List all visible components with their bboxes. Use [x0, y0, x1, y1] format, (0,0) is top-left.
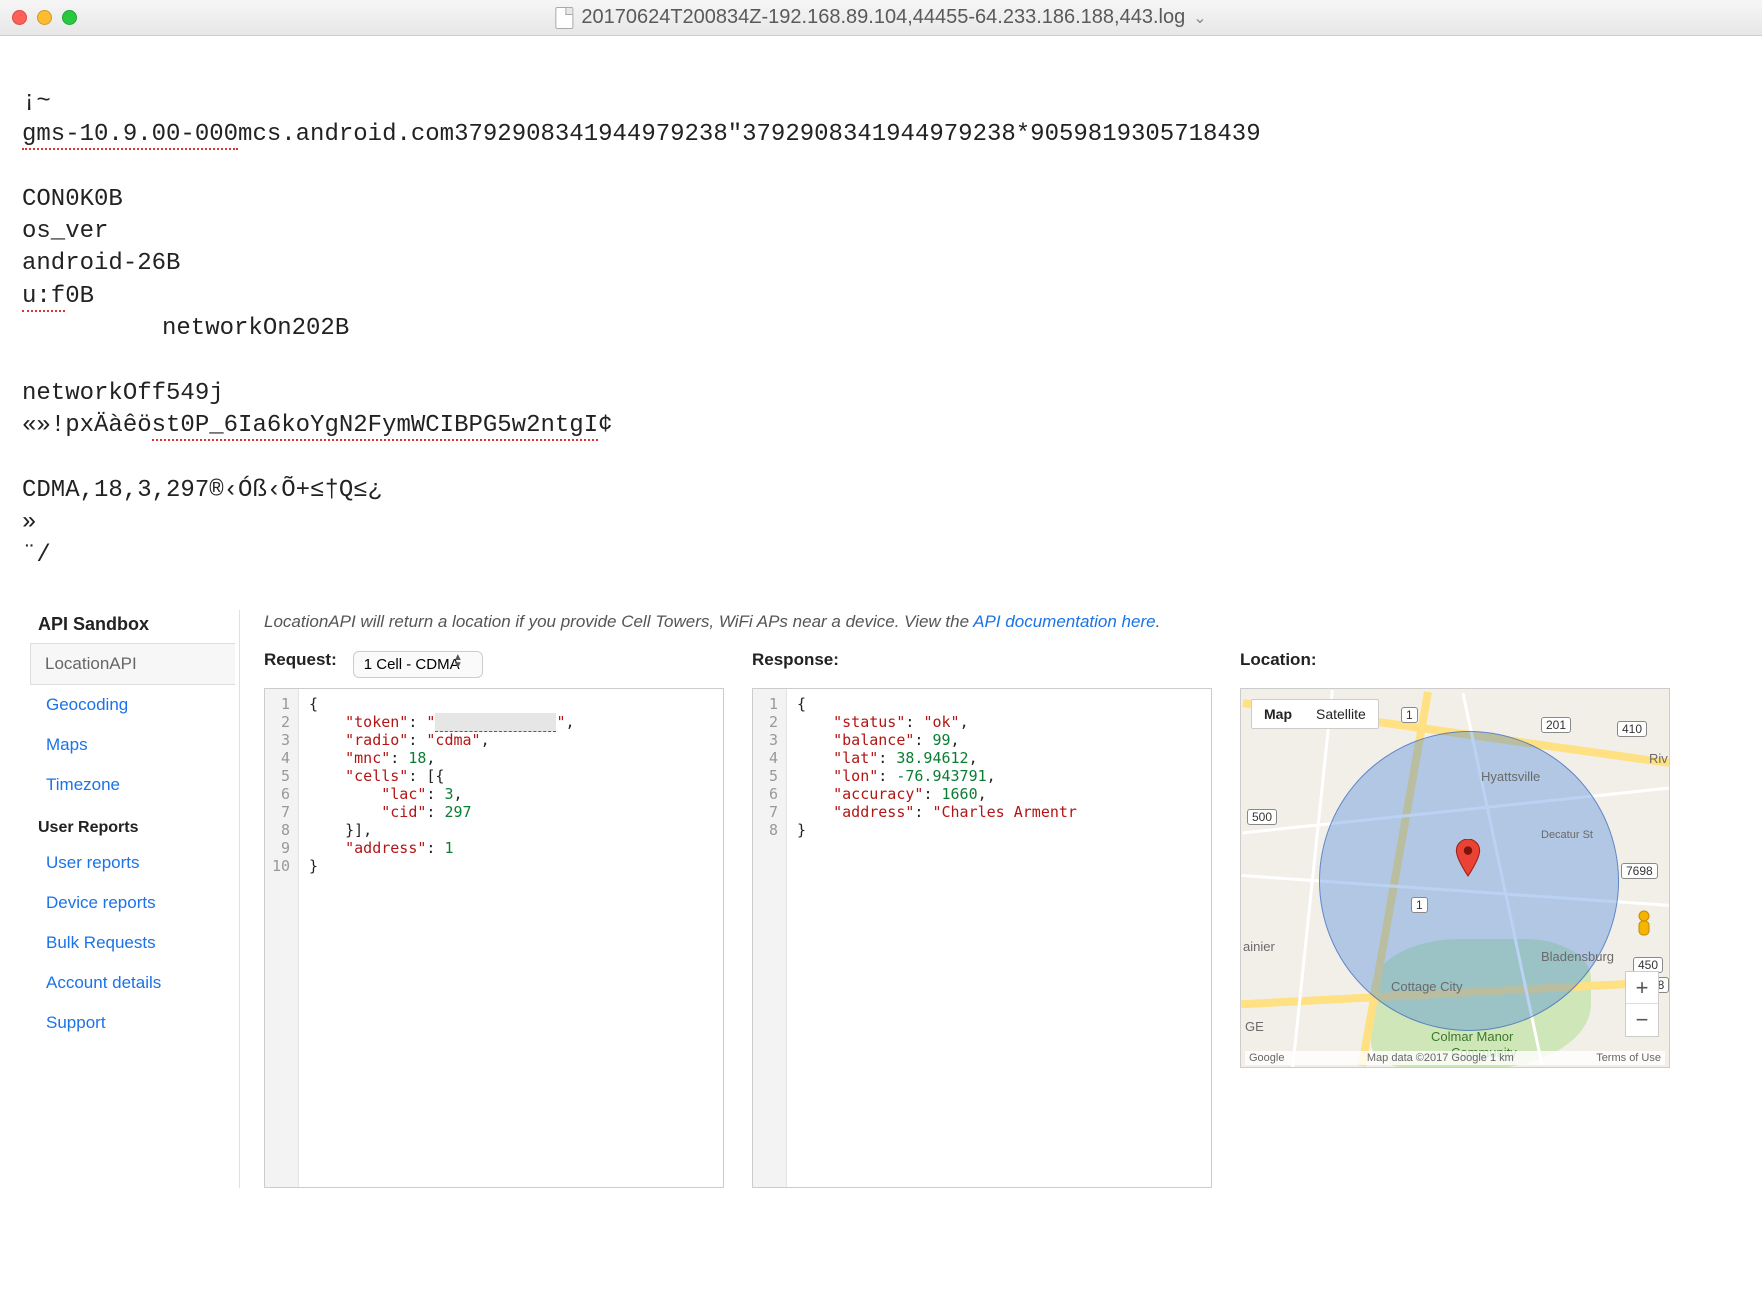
sidebar-item-locationapi[interactable]: LocationAPI	[30, 643, 235, 685]
route-shield-1a: 1	[1401, 707, 1418, 723]
sidebar-item-geocoding[interactable]: Geocoding	[30, 685, 235, 725]
main-content: LocationAPI will return a location if yo…	[264, 610, 1732, 1188]
zoom-window-button[interactable]	[62, 10, 77, 25]
response-column: Response: 1 2 3 4 5 6 7 8 { "status": "o…	[752, 650, 1212, 1188]
street-decatur: Decatur St	[1541, 829, 1593, 841]
zoom-in-button[interactable]: +	[1626, 972, 1658, 1004]
sidebar-item-bulk-requests[interactable]: Bulk Requests	[30, 923, 235, 963]
minimize-window-button[interactable]	[37, 10, 52, 25]
sidebar-item-account-details[interactable]: Account details	[30, 963, 235, 1003]
zoom-out-button[interactable]: −	[1626, 1004, 1658, 1036]
response-label: Response:	[752, 650, 1212, 670]
response-viewer[interactable]: 1 2 3 4 5 6 7 8 { "status": "ok", "balan…	[752, 688, 1212, 1188]
location-column: Location:	[1240, 650, 1670, 1188]
response-gutter: 1 2 3 4 5 6 7 8	[753, 689, 787, 1187]
window-title: 20170624T200834Z-192.168.89.104,44455-64…	[555, 6, 1206, 29]
place-bladensburg: Bladensburg	[1541, 949, 1614, 964]
map-attribution: Google Map data ©2017 Google 1 km Terms …	[1245, 1051, 1665, 1065]
api-description-bold: LocationAPI	[264, 612, 356, 631]
close-window-button[interactable]	[12, 10, 27, 25]
window-title-text: 20170624T200834Z-192.168.89.104,44455-64…	[581, 6, 1185, 29]
api-sandbox-panel: API Sandbox LocationAPI Geocoding Maps T…	[30, 610, 1732, 1188]
request-column: Request: 1 Cell - CDMA ▲▼ 1 2 3 4 5 6 7 …	[264, 650, 724, 1188]
sidebar-heading-user-reports: User Reports	[30, 805, 235, 843]
window-titlebar: 20170624T200834Z-192.168.89.104,44455-64…	[0, 0, 1762, 36]
location-label: Location:	[1240, 650, 1670, 670]
route-shield-201: 201	[1541, 717, 1571, 733]
route-shield-410: 410	[1617, 721, 1647, 737]
map-copyright: Map data ©2017 Google 1 km	[1367, 1052, 1514, 1064]
window-controls	[12, 10, 77, 25]
request-label: Request:	[264, 650, 337, 670]
map[interactable]: Hyattsville Bladensburg Cottage City ain…	[1240, 688, 1670, 1068]
sidebar-item-maps[interactable]: Maps	[30, 725, 235, 765]
map-type-toggle[interactable]: Map Satellite	[1251, 699, 1379, 729]
api-description: LocationAPI will return a location if yo…	[264, 610, 1732, 650]
response-body: { "status": "ok", "balance": 99, "lat": …	[787, 689, 1087, 1187]
request-gutter: 1 2 3 4 5 6 7 8 9 10	[265, 689, 299, 1187]
route-shield-500: 500	[1247, 809, 1277, 825]
request-editor[interactable]: 1 2 3 4 5 6 7 8 9 10 { "token": " ", "ra…	[264, 688, 724, 1188]
map-type-satellite[interactable]: Satellite	[1304, 700, 1378, 728]
log-file-contents: ¡~ gms-10.9.00-000mcs.android.com3792908…	[0, 36, 1762, 600]
route-shield-7698: 7698	[1621, 863, 1658, 879]
place-riv: Riv	[1649, 751, 1668, 766]
place-hyattsville: Hyattsville	[1481, 769, 1540, 784]
sidebar-item-support[interactable]: Support	[30, 1003, 235, 1043]
place-ge: GE	[1245, 1019, 1264, 1034]
place-rainier: ainier	[1243, 939, 1275, 954]
sidebar: API Sandbox LocationAPI Geocoding Maps T…	[30, 610, 240, 1188]
accuracy-circle	[1319, 731, 1619, 1031]
chevron-down-icon[interactable]: ⌄	[1193, 8, 1206, 28]
place-colmar: Colmar Manor	[1431, 1029, 1513, 1044]
streetview-pegman-icon[interactable]	[1633, 910, 1655, 947]
sidebar-item-device-reports[interactable]: Device reports	[30, 883, 235, 923]
document-icon	[555, 7, 573, 29]
route-shield-1b: 1	[1411, 897, 1428, 913]
map-logo: Google	[1249, 1052, 1284, 1064]
sidebar-item-timezone[interactable]: Timezone	[30, 765, 235, 805]
sidebar-item-user-reports[interactable]: User reports	[30, 843, 235, 883]
map-terms-link[interactable]: Terms of Use	[1596, 1052, 1661, 1064]
zoom-controls: + −	[1625, 971, 1659, 1037]
place-cottage-city: Cottage City	[1391, 979, 1463, 994]
map-type-map[interactable]: Map	[1252, 700, 1304, 728]
documentation-link[interactable]: API documentation here	[973, 612, 1155, 631]
request-preset-select[interactable]: 1 Cell - CDMA	[353, 651, 483, 678]
sidebar-title: API Sandbox	[30, 610, 235, 643]
location-pin-icon	[1455, 839, 1481, 865]
request-body[interactable]: { "token": " ", "radio": "cdma", "mnc": …	[299, 689, 585, 1187]
